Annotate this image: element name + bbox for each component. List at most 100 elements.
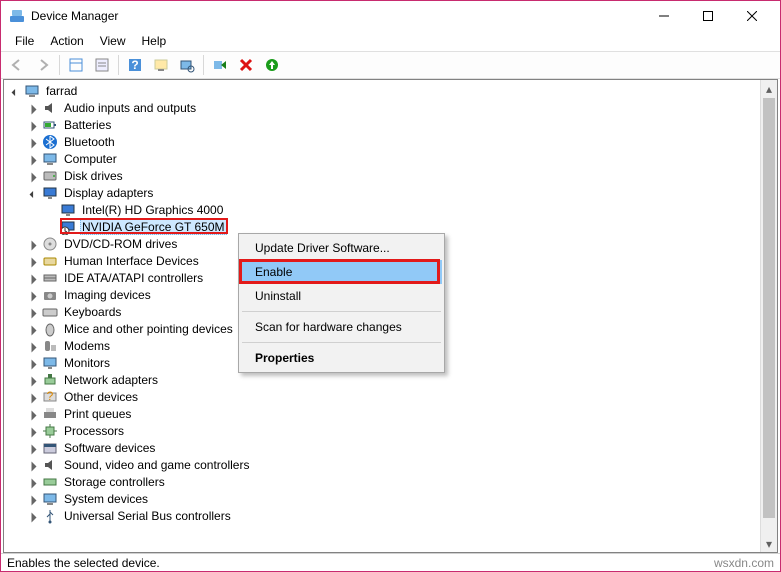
expander-icon[interactable] xyxy=(26,492,42,506)
tree-item-audio[interactable]: Audio inputs and outputs xyxy=(4,99,777,116)
forward-button[interactable] xyxy=(31,53,55,77)
tree-item-intel-hd[interactable]: Intel(R) HD Graphics 4000 xyxy=(4,201,777,218)
expander-icon[interactable] xyxy=(26,101,42,115)
add-legacy-button[interactable] xyxy=(260,53,284,77)
expander-icon[interactable] xyxy=(26,509,42,523)
statusbar: Enables the selected device. wsxdn.com xyxy=(1,553,780,571)
uninstall-button[interactable] xyxy=(234,53,258,77)
speaker-icon xyxy=(42,457,58,473)
context-item-properties[interactable]: Properties xyxy=(241,346,442,370)
display-icon xyxy=(42,185,58,201)
display-disabled-icon xyxy=(60,219,76,235)
display-icon xyxy=(60,202,76,218)
expander-icon[interactable] xyxy=(26,424,42,438)
expander-icon[interactable] xyxy=(26,441,42,455)
tree-item-usb[interactable]: Universal Serial Bus controllers xyxy=(4,507,777,524)
context-menu: Update Driver Software... Enable Uninsta… xyxy=(238,233,445,373)
tree-item-processors[interactable]: Processors xyxy=(4,422,777,439)
tree-label: Imaging devices xyxy=(62,288,153,302)
tree-item-bluetooth[interactable]: Bluetooth xyxy=(4,133,777,150)
expander-icon[interactable] xyxy=(26,118,42,132)
tree-label: Batteries xyxy=(62,118,113,132)
enable-device-button[interactable] xyxy=(208,53,232,77)
tree-root[interactable]: farrad xyxy=(4,82,777,99)
show-hidden-button[interactable] xyxy=(64,53,88,77)
menu-view[interactable]: View xyxy=(92,32,134,50)
tree-item-system[interactable]: System devices xyxy=(4,490,777,507)
software-icon xyxy=(42,440,58,456)
expander-icon[interactable] xyxy=(8,84,24,98)
expander-icon[interactable] xyxy=(26,169,42,183)
scroll-up-icon[interactable]: ▴ xyxy=(761,80,777,97)
context-item-uninstall[interactable]: Uninstall xyxy=(241,284,442,308)
scroll-down-icon[interactable]: ▾ xyxy=(761,535,777,552)
system-icon xyxy=(42,491,58,507)
tree-item-display[interactable]: Display adapters xyxy=(4,184,777,201)
status-text: Enables the selected device. xyxy=(7,556,160,570)
context-item-enable[interactable]: Enable xyxy=(241,260,442,284)
expander-icon[interactable] xyxy=(26,271,42,285)
modem-icon xyxy=(42,338,58,354)
vertical-scrollbar[interactable]: ▴ ▾ xyxy=(760,80,777,552)
properties-button[interactable] xyxy=(90,53,114,77)
maximize-button[interactable] xyxy=(686,2,730,30)
tree-item-other[interactable]: ?Other devices xyxy=(4,388,777,405)
context-item-update-driver[interactable]: Update Driver Software... xyxy=(241,236,442,260)
expander-icon[interactable] xyxy=(26,186,42,200)
tree-item-computer[interactable]: Computer xyxy=(4,150,777,167)
tree-item-disk[interactable]: Disk drives xyxy=(4,167,777,184)
camera-icon xyxy=(42,287,58,303)
expander-icon[interactable] xyxy=(26,407,42,421)
storage-icon xyxy=(42,474,58,490)
app-icon xyxy=(9,8,25,24)
mouse-icon xyxy=(42,321,58,337)
expander-icon[interactable] xyxy=(26,135,42,149)
menu-help[interactable]: Help xyxy=(134,32,175,50)
expander-icon[interactable] xyxy=(26,322,42,336)
watermark-text: wsxdn.com xyxy=(714,556,774,570)
expander-icon[interactable] xyxy=(26,305,42,319)
expander-icon[interactable] xyxy=(26,152,42,166)
tree-item-print[interactable]: Print queues xyxy=(4,405,777,422)
svg-text:?: ? xyxy=(47,389,54,403)
tree-item-sound[interactable]: Sound, video and game controllers xyxy=(4,456,777,473)
scroll-thumb[interactable] xyxy=(763,98,775,518)
scan-hardware-button[interactable] xyxy=(175,53,199,77)
tree-label: Display adapters xyxy=(62,186,155,200)
tree-label: Keyboards xyxy=(62,305,123,319)
tree-label: Storage controllers xyxy=(62,475,167,489)
svg-text:?: ? xyxy=(131,58,138,72)
tree-label: Mice and other pointing devices xyxy=(62,322,235,336)
minimize-button[interactable] xyxy=(642,2,686,30)
tree-label: Bluetooth xyxy=(62,135,117,149)
tree-label: Sound, video and game controllers xyxy=(62,458,251,472)
expander-icon[interactable] xyxy=(26,475,42,489)
window-title: Device Manager xyxy=(31,9,642,23)
tree-label: Universal Serial Bus controllers xyxy=(62,509,233,523)
help-button[interactable]: ? xyxy=(123,53,147,77)
menu-action[interactable]: Action xyxy=(42,32,91,50)
close-button[interactable] xyxy=(730,2,774,30)
expander-icon[interactable] xyxy=(26,288,42,302)
tree-label: Monitors xyxy=(62,356,112,370)
back-button[interactable] xyxy=(5,53,29,77)
expander-icon[interactable] xyxy=(26,390,42,404)
expander-icon[interactable] xyxy=(26,237,42,251)
tree-item-software[interactable]: Software devices xyxy=(4,439,777,456)
expander-icon[interactable] xyxy=(26,458,42,472)
toolbar-separator xyxy=(118,55,119,75)
network-icon xyxy=(42,372,58,388)
unknown-icon: ? xyxy=(42,389,58,405)
tree-item-network[interactable]: Network adapters xyxy=(4,371,777,388)
tree-label: Processors xyxy=(62,424,126,438)
menu-file[interactable]: File xyxy=(7,32,42,50)
expander-icon[interactable] xyxy=(26,339,42,353)
expander-icon[interactable] xyxy=(26,356,42,370)
tree-item-batteries[interactable]: Batteries xyxy=(4,116,777,133)
expander-icon[interactable] xyxy=(26,373,42,387)
update-driver-button[interactable] xyxy=(149,53,173,77)
expander-icon[interactable] xyxy=(26,254,42,268)
disk-icon xyxy=(42,168,58,184)
context-item-scan[interactable]: Scan for hardware changes xyxy=(241,315,442,339)
tree-item-storage[interactable]: Storage controllers xyxy=(4,473,777,490)
